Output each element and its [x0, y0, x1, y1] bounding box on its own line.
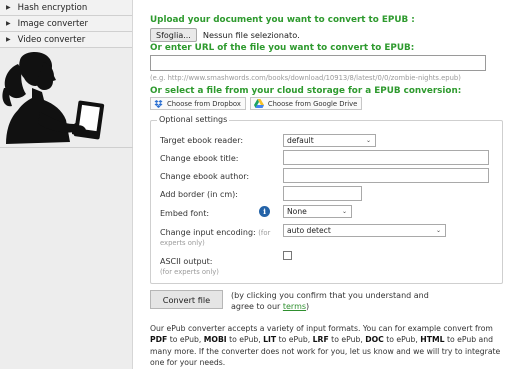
desc-text: to ePub, — [167, 335, 204, 345]
chevron-down-icon: ⌄ — [365, 137, 371, 144]
cloud-buttons: Choose from Dropbox Choose from Google D… — [150, 97, 363, 110]
ebook-author-input[interactable] — [283, 168, 489, 183]
sidebar-item-hash-encryption[interactable]: ▶ Hash encryption — [0, 0, 132, 16]
input-encoding-hint-2: experts only) — [160, 239, 205, 247]
target-reader-value: default — [287, 136, 314, 145]
input-encoding-label-text: Change input encoding: — [160, 228, 256, 237]
google-drive-label: Choose from Google Drive — [267, 99, 358, 108]
optional-settings-legend: Optional settings — [157, 115, 230, 124]
converter-description: Our ePub converter accepts a variety of … — [150, 323, 510, 368]
chevron-down-icon: ⌄ — [341, 208, 347, 215]
convert-file-button[interactable]: Convert file — [150, 290, 223, 309]
chevron-down-icon: ⌄ — [435, 227, 441, 234]
google-drive-button[interactable]: Choose from Google Drive — [249, 97, 363, 110]
confirm-suffix: ) — [306, 302, 310, 311]
confirm-text: (by clicking you confirm that you unders… — [231, 290, 446, 312]
dropbox-icon — [154, 99, 163, 108]
dropbox-label: Choose from Dropbox — [167, 99, 241, 108]
sidebar-item-label: Hash encryption — [17, 2, 88, 13]
embed-font-label: Embed font: — [160, 209, 210, 218]
format-mobi: MOBI — [203, 335, 227, 345]
terms-link[interactable]: terms — [283, 302, 306, 311]
format-html: HTML — [420, 335, 445, 345]
format-doc: DOC — [365, 335, 384, 345]
sidebar-item-image-converter[interactable]: ▶ Image converter — [0, 16, 132, 32]
ascii-output-checkbox[interactable] — [283, 251, 292, 260]
format-lrf: LRF — [312, 335, 329, 345]
desc-text: to ePub, — [383, 335, 421, 345]
desc-text: to ePub, — [328, 335, 366, 345]
info-icon[interactable]: i — [259, 206, 270, 217]
desc-text: to ePub, — [276, 335, 313, 345]
sidebar-divider — [0, 147, 133, 148]
upload-heading: Upload your document you want to convert… — [150, 15, 415, 25]
sidebar-item-label: Image converter — [17, 18, 89, 29]
url-heading: Or enter URL of the file you want to con… — [150, 43, 415, 53]
target-reader-select[interactable]: default ⌄ — [283, 134, 376, 147]
format-lit: LIT — [263, 335, 277, 345]
optional-settings-fieldset: Optional settings Target ebook reader: d… — [150, 115, 503, 284]
browse-button[interactable]: Sfoglia... — [150, 28, 197, 42]
sidebar-item-video-converter[interactable]: ▶ Video converter — [0, 32, 132, 48]
ebook-title-label: Change ebook title: — [160, 154, 239, 163]
ascii-output-hint: (for experts only) — [160, 268, 219, 276]
ascii-output-label: ASCII output: — [160, 257, 213, 266]
sidebar-item-label: Video converter — [17, 34, 86, 45]
sidebar: ▶ Hash encryption ▶ Image converter ▶ Vi… — [0, 0, 133, 369]
input-encoding-hint: (for — [258, 229, 271, 237]
desc-text: Our ePub converter accepts a variety of … — [150, 324, 493, 333]
dropbox-button[interactable]: Choose from Dropbox — [150, 97, 246, 110]
file-upload-row: Sfoglia... Nessun file selezionato. — [150, 28, 300, 42]
url-hint: (e.g. http://www.smashwords.com/books/do… — [150, 74, 461, 82]
file-status-text: Nessun file selezionato. — [202, 30, 300, 40]
reader-silhouette-image — [2, 52, 105, 144]
desc-text: to ePub, — [226, 335, 264, 345]
main-content: Upload your document you want to convert… — [150, 0, 515, 369]
embed-font-select[interactable]: None ⌄ — [283, 205, 352, 218]
ebook-title-input[interactable] — [283, 150, 489, 165]
triangle-right-icon: ▶ — [6, 4, 11, 11]
border-input[interactable] — [283, 186, 362, 201]
input-encoding-value: auto detect — [287, 226, 331, 235]
confirm-prefix: (by clicking you confirm that you unders… — [231, 291, 429, 311]
input-encoding-select[interactable]: auto detect ⌄ — [283, 224, 446, 237]
url-input[interactable] — [150, 55, 486, 71]
border-label: Add border (in cm): — [160, 190, 238, 199]
target-reader-label: Target ebook reader: — [160, 136, 244, 145]
google-drive-icon — [253, 99, 264, 108]
cloud-heading: Or select a file from your cloud storage… — [150, 86, 462, 96]
format-pdf: PDF — [150, 335, 168, 345]
embed-font-value: None — [287, 207, 307, 216]
ebook-author-label: Change ebook author: — [160, 172, 250, 181]
triangle-right-icon: ▶ — [6, 20, 11, 27]
input-encoding-label: Change input encoding: (for — [160, 228, 270, 237]
triangle-right-icon: ▶ — [6, 36, 11, 43]
